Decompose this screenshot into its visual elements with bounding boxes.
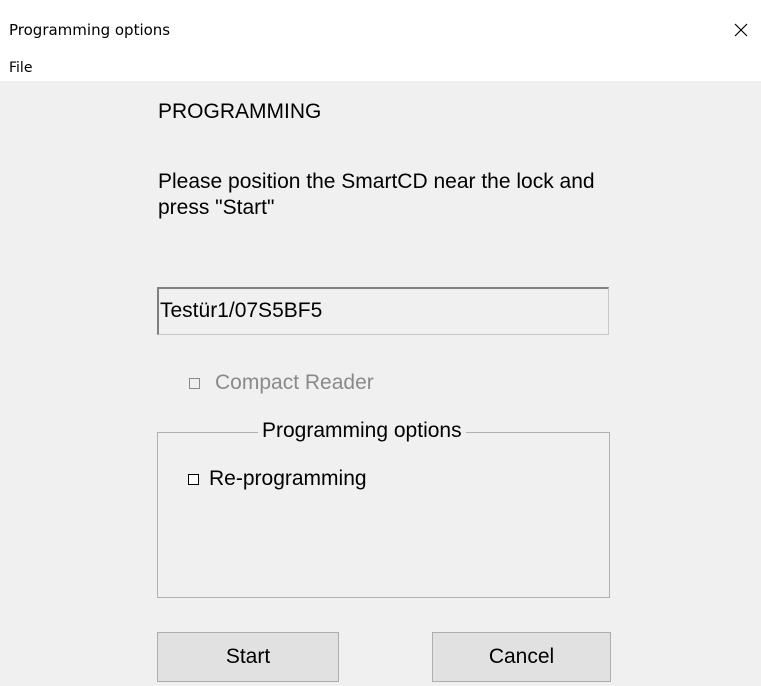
start-button[interactable]: Start [157,632,339,682]
menu-bar: File [0,57,761,81]
close-button[interactable] [721,12,761,48]
reprogramming-checkbox-box[interactable] [188,473,199,485]
key-id-field: Testür1/07S5BF5 [157,287,609,335]
compact-reader-checkbox: Compact Reader [189,370,374,396]
instruction-text: Please position the SmartCD near the loc… [158,170,595,219]
programming-options-group: Programming options [157,418,610,598]
compact-reader-label: Compact Reader [215,371,374,394]
title-bar: Programming options [0,0,761,57]
cancel-button[interactable]: Cancel [432,632,611,682]
window-title: Programming options [9,21,171,39]
menu-item-file[interactable]: File [9,59,32,77]
reprogramming-checkbox[interactable]: Re-programming [188,466,367,492]
reprogramming-label: Re-programming [209,467,367,490]
compact-reader-checkbox-box [189,377,200,389]
close-icon [734,23,748,37]
group-title: Programming options [258,418,466,444]
page-title: PROGRAMMING [158,100,322,123]
